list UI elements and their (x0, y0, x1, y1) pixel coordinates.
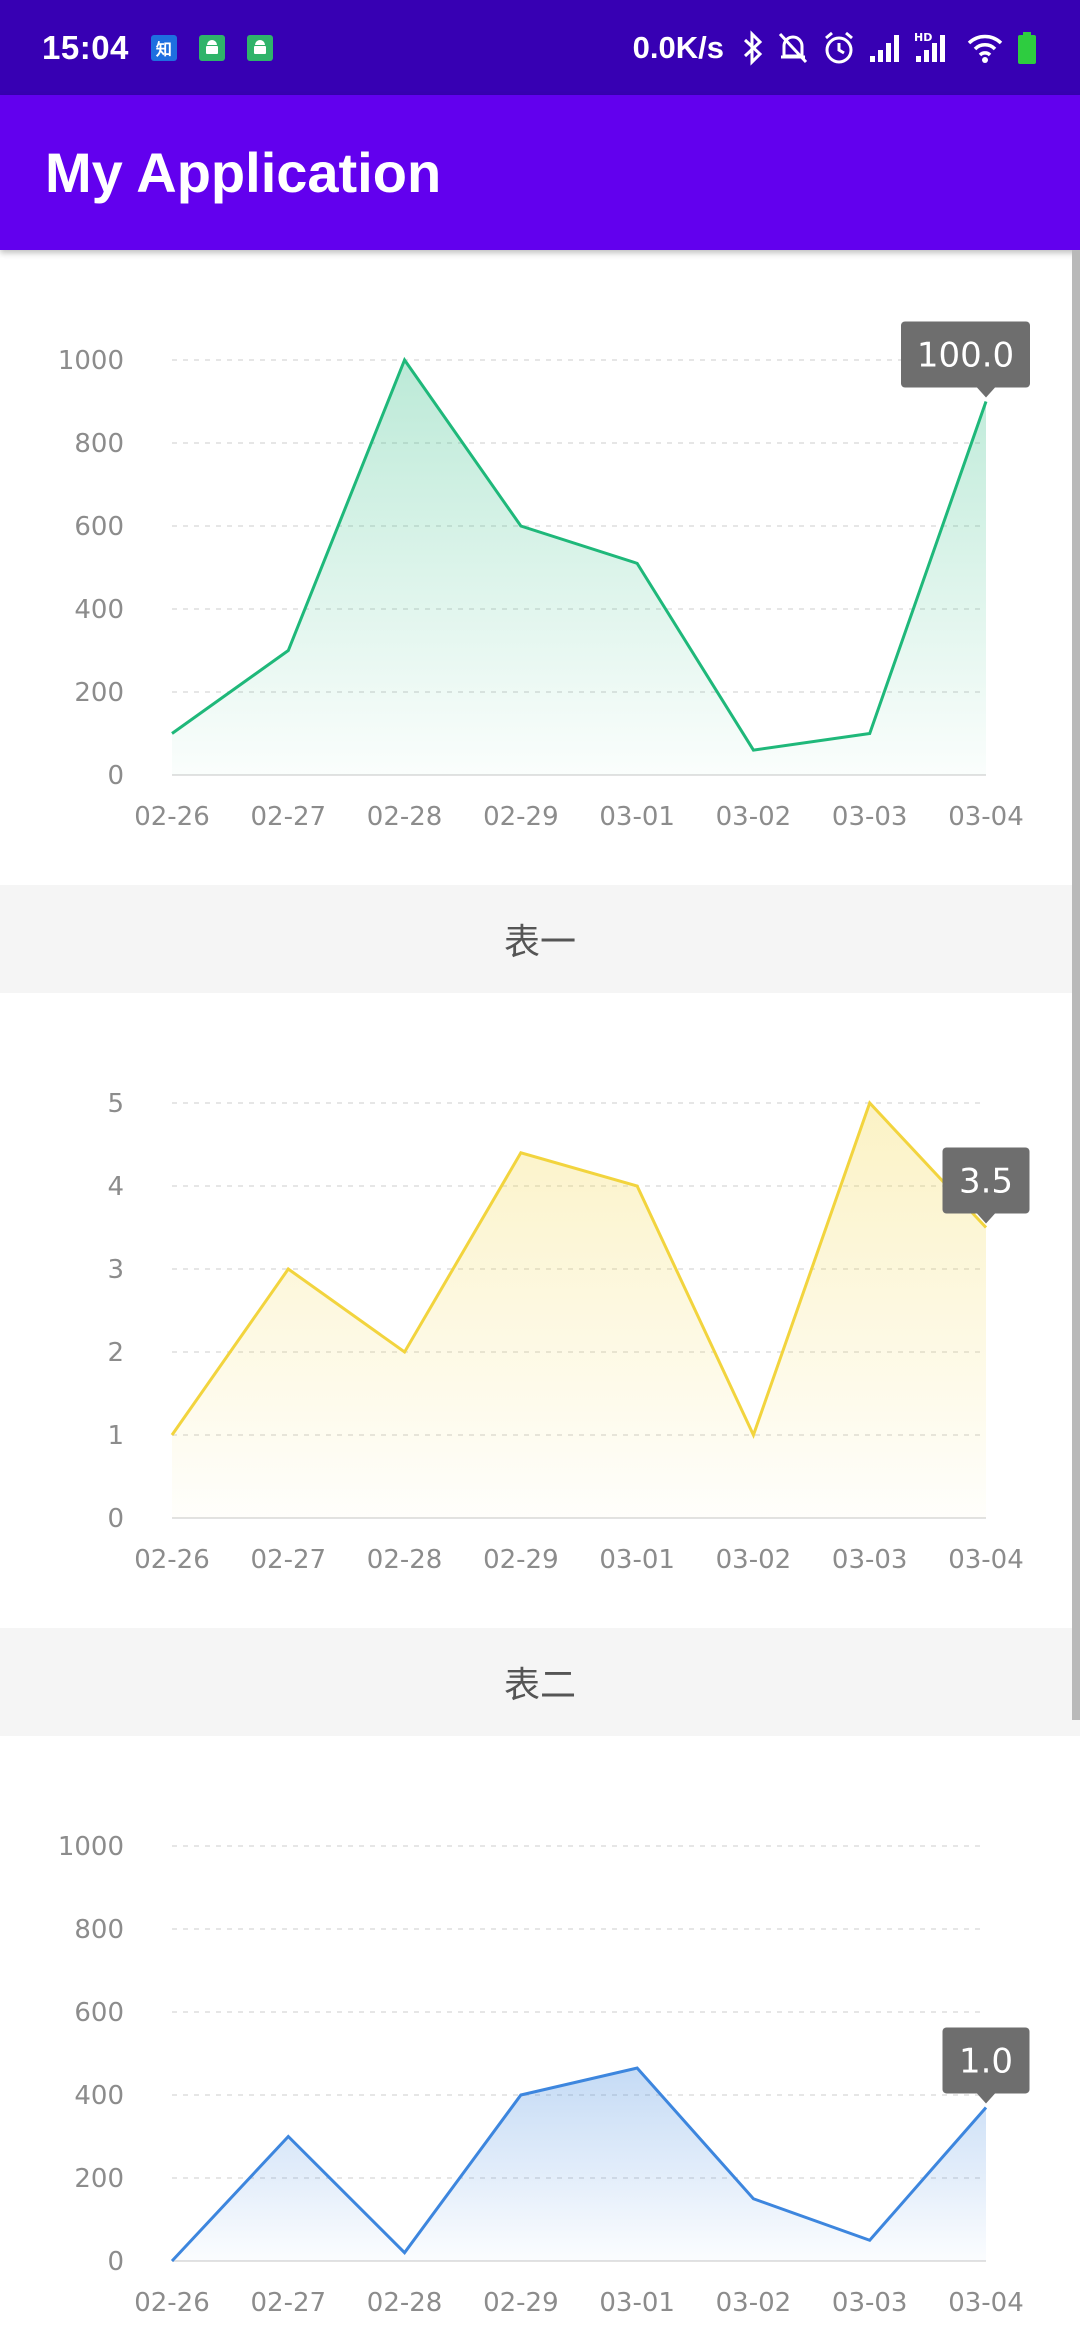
x-tick-label: 02-29 (483, 1545, 559, 1575)
series-area (172, 2068, 986, 2261)
value-tooltip: 1.0 (942, 2027, 1030, 2104)
y-tick-label: 200 (74, 678, 124, 708)
tooltip-value: 100.0 (917, 336, 1014, 376)
caption-band-1: 表一 (0, 885, 1080, 993)
y-tick-label: 0 (107, 761, 124, 791)
y-tick-label: 400 (74, 2081, 124, 2111)
x-tick-label: 03-04 (948, 1545, 1024, 1575)
svg-text:HD: HD (914, 31, 932, 44)
android-app-icon (198, 34, 225, 61)
chart-2: 0 1 2 3 4 5 02-26 02-27 02-28 02-29 03-01 03-02 03-0… (0, 993, 1080, 1628)
x-tick-label: 02-28 (367, 1545, 443, 1575)
y-tick-label: 1 (107, 1421, 124, 1451)
x-tick-label: 03-02 (716, 802, 792, 832)
y-tick-label: 3 (107, 1255, 124, 1285)
series-area (172, 360, 986, 775)
app-title: My Application (45, 141, 442, 204)
alarm-icon (822, 28, 856, 68)
mute-bell-icon (776, 28, 810, 68)
chart-caption-1: 表一 (503, 921, 576, 962)
y-tick-label: 0 (107, 2247, 124, 2277)
x-tick-label: 02-27 (251, 2288, 327, 2318)
x-tick-label: 03-03 (832, 2288, 908, 2318)
line-chart-2[interactable]: 0 1 2 3 4 5 02-26 02-27 02-28 02-29 03-01 03-02 03-0… (0, 993, 1080, 1628)
x-tick-label: 02-27 (251, 1545, 327, 1575)
scrollbar[interactable] (1072, 250, 1080, 1720)
x-tick-label: 03-01 (599, 2288, 675, 2318)
x-tick-label: 02-29 (483, 2288, 559, 2318)
x-tick-label: 03-04 (948, 802, 1024, 832)
tooltip-value: 3.5 (959, 1162, 1013, 1202)
x-tick-label: 02-28 (367, 802, 443, 832)
battery-icon (1016, 28, 1038, 68)
net-speed: 0.0K/s (632, 29, 724, 65)
y-tick-label: 800 (74, 1915, 124, 1945)
value-tooltip: 3.5 (942, 1147, 1030, 1224)
caption-band-2: 表二 (0, 1628, 1080, 1736)
x-tick-label: 02-26 (134, 1545, 210, 1575)
y-tick-label: 4 (107, 1172, 124, 1202)
tooltip-value: 1.0 (959, 2041, 1013, 2081)
x-tick-label: 03-02 (716, 1545, 792, 1575)
line-chart-1[interactable]: 0 200 400 600 800 1000 02-26 02-27 02-28 02-29 03-… (0, 250, 1080, 885)
y-tick-label: 400 (74, 595, 124, 625)
wifi-icon (966, 28, 1004, 68)
chart-1: 0 200 400 600 800 1000 02-26 02-27 02-28 02-29 03-… (0, 250, 1080, 885)
x-tick-label: 02-27 (251, 802, 327, 832)
y-tick-label: 800 (74, 429, 124, 459)
chart-list[interactable]: 0 200 400 600 800 1000 02-26 02-27 02-28 02-29 03-… (0, 250, 1080, 2340)
x-tick-label: 03-04 (948, 2288, 1024, 2318)
app-bar: My Application (0, 95, 1080, 250)
series-area (172, 1103, 986, 1518)
x-tick-label: 02-26 (134, 2288, 210, 2318)
value-tooltip: 100.0 (901, 321, 1030, 398)
y-tick-label: 600 (74, 1998, 124, 2028)
hd-signal-icon: HD (914, 28, 954, 68)
chart-caption-2: 表二 (503, 1664, 576, 1705)
x-tick-label: 03-01 (599, 1545, 675, 1575)
x-tick-label: 02-28 (367, 2288, 443, 2318)
status-system-icons: 0.0K/s HD (633, 28, 1038, 68)
status-time: 15:04 (42, 28, 129, 66)
x-tick-label: 02-26 (134, 802, 210, 832)
status-bar: 15:04 知 0.0K/s HD (0, 0, 1080, 95)
y-tick-label: 1000 (58, 346, 124, 376)
y-tick-label: 2 (107, 1338, 124, 1368)
x-tick-label: 03-03 (832, 802, 908, 832)
android-app-icon (246, 34, 273, 61)
x-tick-label: 03-03 (832, 1545, 908, 1575)
x-tick-label: 03-02 (716, 2288, 792, 2318)
y-tick-label: 200 (74, 2164, 124, 2194)
bluetooth-icon (742, 28, 764, 68)
tooltip-pointer (977, 2093, 995, 2104)
x-tick-label: 03-01 (599, 802, 675, 832)
y-tick-label: 0 (107, 1504, 124, 1534)
x-tick-label: 02-29 (483, 802, 559, 832)
tooltip-pointer (977, 387, 995, 398)
y-tick-label: 1000 (58, 1832, 124, 1862)
zhihu-icon: 知 (150, 34, 177, 61)
chart-3: 0 200 400 600 800 1000 02-26 02-27 02-28 02-29 03-… (0, 1736, 1080, 2340)
y-tick-label: 5 (107, 1089, 124, 1119)
line-chart-3[interactable]: 0 200 400 600 800 1000 02-26 02-27 02-28 02-29 03-… (0, 1736, 1080, 2340)
y-tick-label: 600 (74, 512, 124, 542)
signal-icon (868, 28, 902, 68)
